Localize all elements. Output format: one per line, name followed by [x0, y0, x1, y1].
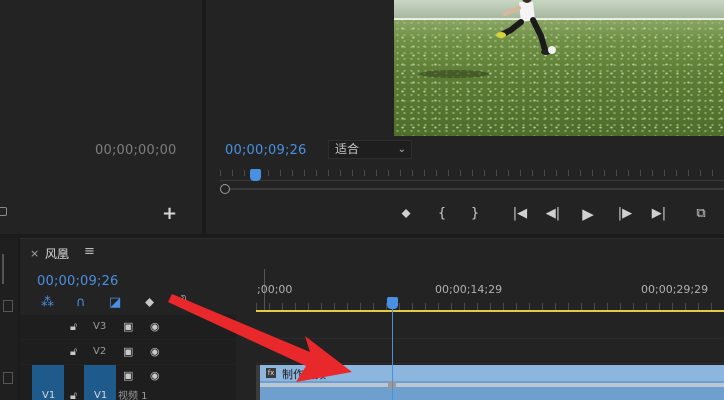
source-monitor: 00;00;00;00 + — [0, 0, 202, 234]
track-row-v3: 🔓︎ V3 ▣ ◉ — [20, 315, 724, 339]
nest-sequence-icon[interactable]: ⁂ — [41, 296, 54, 310]
program-monitor: 00;00;09;26 适合 ⌄ ⬥ { } |◀ ◀| ▶ |▶ ▶| ⧉ — [206, 0, 724, 234]
clip-header — [260, 365, 724, 381]
lock-icon[interactable]: 🔓︎ — [70, 345, 77, 359]
timeline-playhead[interactable] — [387, 297, 398, 309]
source-patch-v1[interactable]: V1 — [32, 365, 64, 400]
source-patch-label: V1 — [42, 390, 56, 400]
track-name: V2 — [93, 346, 107, 357]
ruler-label: ;00;00 — [257, 283, 293, 296]
tool-icon[interactable] — [3, 372, 13, 384]
timeline-playhead-line[interactable] — [392, 301, 393, 400]
program-playhead[interactable] — [250, 169, 261, 181]
lock-icon[interactable]: 🔓︎ — [70, 320, 77, 334]
track-lane[interactable] — [256, 340, 724, 364]
panel-menu-icon[interactable]: ≡ — [84, 244, 95, 259]
fit-dropdown[interactable]: 适合 ⌄ — [328, 140, 412, 159]
background-fence — [394, 0, 724, 18]
close-icon[interactable]: × — [30, 247, 39, 260]
player-shadow — [419, 70, 489, 78]
go-to-in-icon[interactable]: |◀ — [511, 205, 529, 223]
lock-icon[interactable]: 🔓︎ — [70, 389, 77, 400]
program-time-ruler[interactable] — [220, 170, 724, 182]
grass-texture — [394, 20, 724, 136]
clip-name: 制作视频 — [282, 368, 326, 381]
eye-icon[interactable]: ◉ — [150, 345, 160, 359]
track-header: 🔓︎ V3 ▣ ◉ — [20, 315, 236, 339]
go-to-out-icon[interactable]: ▶| — [649, 205, 669, 223]
marker-icon[interactable]: ⬥ — [399, 205, 413, 223]
ruler-baseline — [220, 180, 724, 181]
track-row-v2: 🔓︎ V2 ▣ ◉ — [20, 340, 724, 364]
program-timecode[interactable]: 00;00;09;26 — [225, 143, 307, 158]
camera-icon[interactable]: ▣ — [123, 345, 133, 359]
video-clip[interactable]: fx 制作视频 — [260, 365, 724, 400]
play-icon[interactable]: ▶ — [580, 205, 596, 223]
ruler-label: 00;00;14;29 — [435, 283, 503, 296]
eye-icon[interactable]: ◉ — [150, 320, 160, 334]
program-video-frame — [394, 0, 724, 136]
target-track-v1[interactable]: V1 — [84, 365, 116, 400]
ruler-ticks — [220, 170, 724, 176]
target-track-label: V1 — [94, 390, 108, 400]
track-header: 🔓︎ V2 ▣ ◉ — [20, 340, 236, 364]
track-lane[interactable] — [256, 315, 724, 339]
chevron-down-icon: ⌄ — [397, 144, 406, 155]
sequence-tab-title[interactable]: 风凰 — [45, 245, 69, 262]
football-player-figure — [496, 0, 556, 55]
work-area-bar[interactable] — [256, 310, 724, 312]
scroll-track — [226, 188, 724, 190]
export-frame-icon[interactable]: ⧉ — [692, 205, 710, 223]
camera-icon[interactable] — [0, 207, 7, 216]
add-marker-icon[interactable]: ⬥ — [145, 296, 154, 310]
eye-icon[interactable]: ◉ — [150, 369, 160, 383]
source-timecode[interactable]: 00;00;00;00 — [95, 143, 177, 158]
linked-selection-icon[interactable]: ◪ — [109, 296, 121, 310]
tool-icon[interactable] — [3, 300, 13, 312]
camera-icon[interactable]: ▣ — [123, 369, 133, 383]
mark-in-icon[interactable]: { — [435, 205, 449, 223]
ruler-label: 00;00;29;29 — [641, 283, 709, 296]
camera-icon[interactable]: ▣ — [123, 320, 133, 334]
track-label: 视频 1 — [118, 391, 148, 400]
wrench-icon[interactable]: 🔧︎ — [178, 296, 195, 310]
step-back-icon[interactable]: ◀| — [544, 205, 562, 223]
snap-magnet-icon[interactable]: ∩ — [76, 296, 86, 310]
scroll-handle[interactable] — [220, 184, 230, 194]
add-button-icon[interactable]: + — [162, 204, 177, 224]
step-forward-icon[interactable]: |▶ — [616, 205, 634, 223]
fx-badge-icon[interactable]: fx — [266, 368, 276, 378]
mark-out-icon[interactable]: } — [468, 205, 482, 223]
timeline-timecode[interactable]: 00;00;09;26 — [37, 274, 119, 289]
track-name: V3 — [93, 321, 107, 332]
left-tool-strip — [0, 238, 18, 400]
clip-keyframe-line — [260, 383, 724, 387]
zoom-scroll-bar[interactable] — [220, 184, 724, 194]
tool-strip-divider — [2, 254, 4, 284]
fit-dropdown-value: 适合 — [335, 142, 360, 156]
timeline-panel: × 风凰 ≡ 00;00;09;26 ⁂ ∩ ◪ ⬥ 🔧︎ ;00;00 00;… — [20, 238, 724, 400]
